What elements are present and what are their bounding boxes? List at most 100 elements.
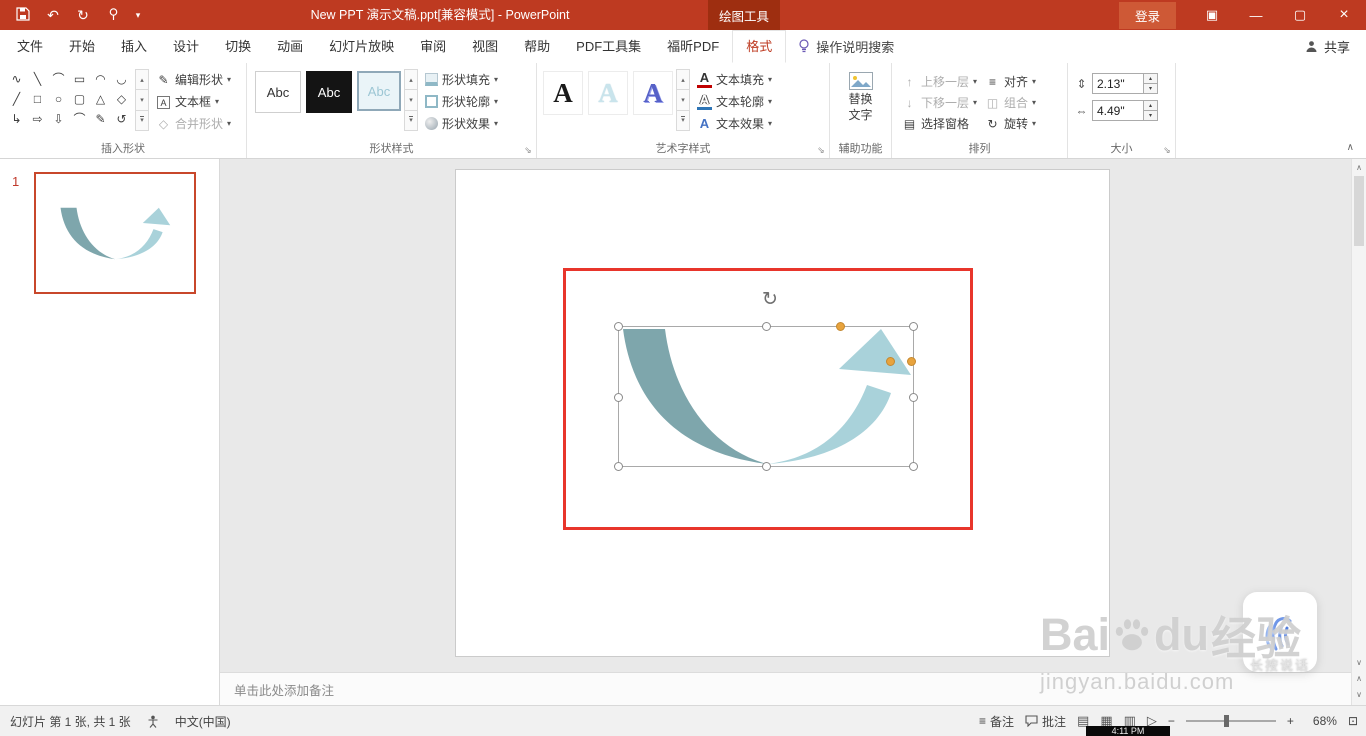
shape-selection-box[interactable]: ↻ (614, 289, 918, 471)
wordart-preset-3[interactable]: A (633, 71, 673, 115)
next-slide-button[interactable]: ∨ (1352, 687, 1366, 701)
redo-button[interactable]: ↻ (70, 1, 96, 29)
tab-design[interactable]: 设计 (160, 30, 212, 63)
shape-style-preset-2[interactable]: Abc (306, 71, 352, 113)
gallery-more-button[interactable]: ▾ (405, 110, 417, 130)
shape-tool[interactable]: ▭ (69, 69, 90, 89)
curved-arrow-shape[interactable] (619, 327, 913, 466)
save-button[interactable] (10, 1, 36, 29)
tab-help[interactable]: 帮助 (511, 30, 563, 63)
rotate-button[interactable]: ↻ 旋转 ▾ (981, 113, 1040, 134)
selection-handle-middle-left[interactable] (614, 392, 623, 402)
selection-handle-bottom-middle[interactable] (762, 462, 771, 471)
shape-fill-button[interactable]: 形状填充 ▾ (421, 69, 502, 90)
rotation-handle[interactable]: ↻ (756, 287, 784, 312)
shape-style-preset-3-selected[interactable]: Abc (357, 71, 401, 111)
text-box-button[interactable]: A 文本框 ▾ (152, 91, 235, 112)
share-button[interactable]: 共享 (1305, 37, 1350, 56)
selection-handle-top-left[interactable] (614, 322, 623, 331)
gallery-up-button[interactable]: ▴ (677, 70, 689, 91)
close-button[interactable]: × (1322, 0, 1366, 30)
height-decrease-button[interactable]: ▾ (1144, 83, 1157, 93)
shape-tool[interactable]: □ (27, 89, 48, 109)
gallery-up-button[interactable]: ▴ (405, 70, 417, 91)
shape-tool[interactable]: ◇ (111, 89, 132, 109)
language-indicator[interactable]: 中文(中国) (175, 713, 231, 730)
adjustment-handle-1[interactable] (836, 322, 845, 331)
selection-handle-top-right[interactable] (909, 322, 918, 331)
touch-mode-button[interactable] (100, 1, 126, 29)
shape-width-input[interactable]: 4.49" ▴ ▾ (1092, 100, 1158, 121)
fit-to-window-button[interactable]: ⊡ (1348, 714, 1358, 728)
width-increase-button[interactable]: ▴ (1144, 101, 1157, 110)
tab-format[interactable]: 格式 (732, 30, 787, 63)
scroll-down-button[interactable]: ∨ (1352, 655, 1366, 669)
collapse-ribbon-button[interactable]: ∧ (1341, 141, 1360, 154)
shape-tool[interactable]: ⇨ (27, 109, 48, 129)
height-increase-button[interactable]: ▴ (1144, 74, 1157, 83)
wordart-preset-1[interactable]: A (543, 71, 583, 115)
zoom-percentage[interactable]: 68% (1305, 714, 1337, 728)
tab-pdf-tools[interactable]: PDF工具集 (563, 30, 654, 63)
shape-tool[interactable]: ○ (48, 89, 69, 109)
signin-button[interactable]: 登录 (1118, 1, 1176, 29)
selection-handle-bottom-left[interactable] (614, 462, 623, 471)
shape-tool[interactable]: ⌒ (48, 69, 69, 89)
customize-qat-button[interactable]: ▾ (130, 1, 146, 29)
voice-input-button[interactable] (1243, 592, 1317, 672)
edit-shape-button[interactable]: ✎ 编辑形状 ▾ (152, 69, 235, 90)
bring-forward-button[interactable]: ↑ 上移一层 ▾ (898, 71, 981, 92)
tab-home[interactable]: 开始 (56, 30, 108, 63)
tab-foxit-pdf[interactable]: 福昕PDF (654, 30, 732, 63)
shape-tool[interactable]: △ (90, 89, 111, 109)
group-button[interactable]: ◫ 组合 ▾ (981, 92, 1040, 113)
shape-outline-button[interactable]: 形状轮廓 ▾ (421, 91, 502, 112)
shape-tool[interactable]: ⌒ (69, 109, 90, 129)
tab-transitions[interactable]: 切换 (212, 30, 264, 63)
selection-pane-button[interactable]: ▤ 选择窗格 (898, 113, 981, 134)
text-outline-button[interactable]: A 文本轮廓 ▾ (693, 91, 776, 112)
shape-height-input[interactable]: 2.13" ▴ ▾ (1092, 73, 1158, 94)
shape-tool[interactable]: ╱ (6, 89, 27, 109)
shape-style-preset-1[interactable]: Abc (255, 71, 301, 113)
zoom-thumb[interactable] (1223, 715, 1229, 727)
gallery-down-button[interactable]: ▾ (136, 90, 148, 111)
tab-review[interactable]: 审阅 (407, 30, 459, 63)
gallery-up-button[interactable]: ▴ (136, 70, 148, 91)
shape-tool[interactable]: ⇩ (48, 109, 69, 129)
slide-counter[interactable]: 幻灯片 第 1 张, 共 1 张 (10, 713, 131, 730)
notes-toggle-button[interactable]: ≡ 备注 (979, 713, 1014, 730)
align-button[interactable]: ≡ 对齐 ▾ (981, 71, 1040, 92)
tab-file[interactable]: 文件 (4, 30, 56, 63)
gallery-down-button[interactable]: ▾ (677, 90, 689, 111)
wordart-preset-2[interactable]: A (588, 71, 628, 115)
shape-tool[interactable]: ◡ (111, 69, 132, 89)
zoom-slider[interactable] (1185, 712, 1276, 730)
slide-thumbnail[interactable] (34, 172, 196, 294)
shape-styles-dialog-launcher[interactable]: ⇘ (522, 144, 534, 156)
shape-tool[interactable]: ✎ (90, 109, 111, 129)
scroll-up-button[interactable]: ∧ (1352, 160, 1366, 174)
shape-effects-button[interactable]: 形状效果 ▾ (421, 113, 502, 134)
notes-pane[interactable]: 单击此处添加备注 (220, 672, 1366, 705)
selection-handle-bottom-right[interactable] (909, 462, 918, 471)
alt-text-button[interactable]: 替换 文字 (832, 71, 890, 123)
shape-tool[interactable]: ▢ (69, 89, 90, 109)
adjustment-handle-3[interactable] (907, 357, 916, 366)
size-dialog-launcher[interactable]: ⇘ (1161, 144, 1173, 156)
gallery-more-button[interactable]: ▾ (677, 110, 689, 130)
selection-handle-top-middle[interactable] (762, 322, 771, 331)
comments-toggle-button[interactable]: 批注 (1025, 713, 1066, 730)
shape-tool[interactable]: ↺ (111, 109, 132, 129)
zoom-track[interactable] (1185, 720, 1276, 722)
restore-button[interactable]: ▢ (1278, 0, 1322, 30)
previous-slide-button[interactable]: ∧ (1352, 671, 1366, 685)
zoom-in-button[interactable]: + (1287, 714, 1294, 728)
merge-shapes-button[interactable]: ◇ 合并形状 ▾ (152, 113, 235, 134)
selection-handle-middle-right[interactable] (909, 392, 918, 402)
gallery-more-button[interactable]: ▾ (136, 110, 148, 130)
adjustment-handle-2[interactable] (886, 357, 895, 366)
shape-tool[interactable]: ╲ (27, 69, 48, 89)
text-effects-button[interactable]: A 文本效果 ▾ (693, 113, 776, 134)
wordart-dialog-launcher[interactable]: ⇘ (815, 144, 827, 156)
